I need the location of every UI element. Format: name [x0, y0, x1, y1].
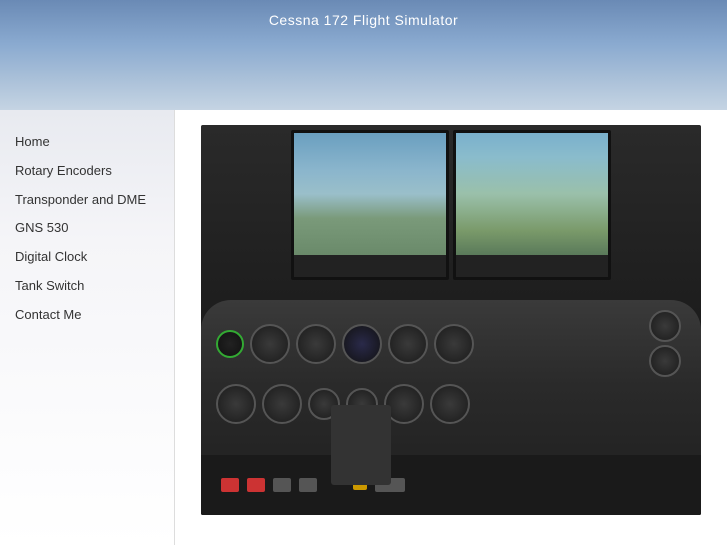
monitor-right-base [456, 255, 608, 277]
sidebar-item-home[interactable]: Home [15, 128, 174, 157]
sidebar-item-gns-530[interactable]: GNS 530 [15, 214, 174, 243]
cockpit-image [201, 125, 701, 515]
sidebar-item-tank-switch[interactable]: Tank Switch [15, 272, 174, 301]
gauges-row [201, 300, 701, 382]
monitor-right [453, 130, 611, 280]
monitor-left-base [294, 255, 446, 277]
page-header: Cessna 172 Flight Simulator [0, 0, 727, 110]
bottom-panel [201, 455, 701, 515]
cockpit-background [201, 125, 701, 515]
monitors-area [291, 125, 611, 290]
gauge-6 [434, 324, 474, 364]
gauge-4 [342, 324, 382, 364]
btn-red-2 [247, 478, 265, 492]
gauge-2 [250, 324, 290, 364]
gauge-2-6 [430, 384, 470, 424]
sidebar-item-digital-clock[interactable]: Digital Clock [15, 243, 174, 272]
sidebar-item-rotary-encoders[interactable]: Rotary Encoders [15, 157, 174, 186]
gauges-row-2 [201, 382, 701, 426]
gauge-1 [216, 330, 244, 358]
gauge-r2 [649, 345, 681, 377]
monitor-left-screen [294, 133, 446, 255]
btn-red-1 [221, 478, 239, 492]
gauge-2-2 [262, 384, 302, 424]
sidebar-item-contact-me[interactable]: Contact Me [15, 301, 174, 330]
main-container: HomeRotary EncodersTransponder and DMEGN… [0, 110, 727, 545]
monitor-right-screen [456, 133, 608, 255]
gauge-r1 [649, 310, 681, 342]
sidebar-item-transponder-dme[interactable]: Transponder and DME [15, 186, 174, 215]
right-gauges [649, 310, 681, 377]
page-title: Cessna 172 Flight Simulator [269, 12, 458, 28]
main-content [175, 110, 727, 545]
gauge-2-1 [216, 384, 256, 424]
gauge-5 [388, 324, 428, 364]
monitor-left [291, 130, 449, 280]
btn-gray-1 [273, 478, 291, 492]
instrument-panel [201, 300, 701, 515]
gauge-3 [296, 324, 336, 364]
throttle-area [331, 405, 391, 485]
btn-gray-2 [299, 478, 317, 492]
sidebar: HomeRotary EncodersTransponder and DMEGN… [0, 110, 175, 545]
